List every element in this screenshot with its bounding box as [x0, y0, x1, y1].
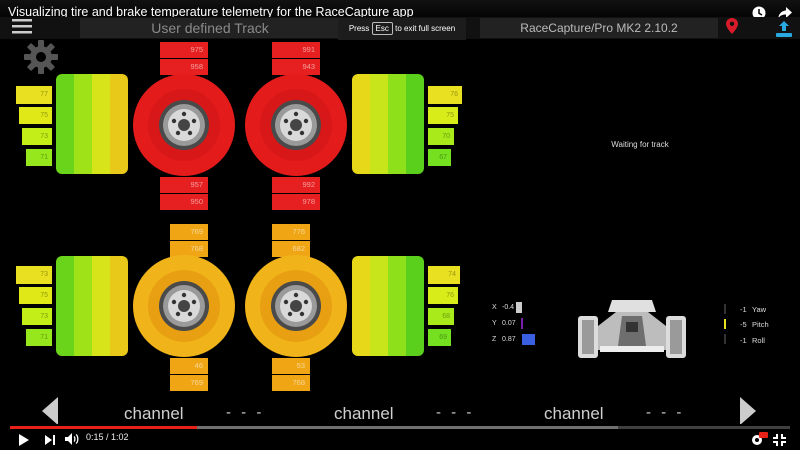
roll-label: Roll: [752, 336, 765, 345]
time-display: 0:15 / 1:02: [86, 432, 129, 442]
roll-value: -1: [740, 336, 747, 345]
roll-indicator: [724, 334, 726, 344]
channel-label-2[interactable]: channel: [334, 404, 394, 424]
yaw-value: -1: [740, 305, 747, 314]
imu-y-label: Y: [492, 320, 497, 327]
channel-value-1: - - -: [226, 404, 265, 421]
pitch-value: -5: [740, 320, 747, 329]
imu-y-bar: [521, 318, 523, 329]
progress-bar[interactable]: [10, 426, 790, 429]
brake-rotor-rear-right: [245, 255, 347, 357]
brake-rotor-rear-left: [133, 255, 235, 357]
imu-y-value: 0.07: [502, 320, 516, 327]
progress-played: [10, 426, 198, 429]
settings-hd-icon[interactable]: [750, 432, 768, 450]
imu-x-label: X: [492, 304, 497, 311]
play-icon[interactable]: [18, 433, 30, 450]
imu-z-bar: [522, 334, 535, 345]
exit-fullscreen-icon[interactable]: [773, 433, 786, 450]
yaw-label: Yaw: [752, 305, 767, 314]
imu-x-value: -0.4: [502, 304, 515, 311]
imu-z-value: 0.87: [502, 336, 516, 343]
imu-z-label: Z: [492, 336, 497, 343]
channel-label-3[interactable]: channel: [544, 404, 604, 424]
volume-icon[interactable]: [64, 432, 80, 450]
pitch-indicator: [724, 319, 726, 329]
next-icon[interactable]: [44, 433, 56, 450]
channel-value-2: - - -: [436, 404, 475, 421]
track-status: Waiting for track: [611, 140, 669, 149]
brake-rotor-front-right: [245, 74, 347, 176]
pitch-label: Pitch: [752, 320, 769, 329]
brake-rotors: [133, 74, 686, 358]
imu-x-bar: [516, 302, 522, 313]
yaw-indicator: [724, 304, 726, 314]
race-car-image: [578, 300, 686, 358]
brake-rotor-front-left: [133, 74, 235, 176]
channel-value-3: - - -: [646, 404, 685, 421]
channel-label-1[interactable]: channel: [124, 404, 184, 424]
